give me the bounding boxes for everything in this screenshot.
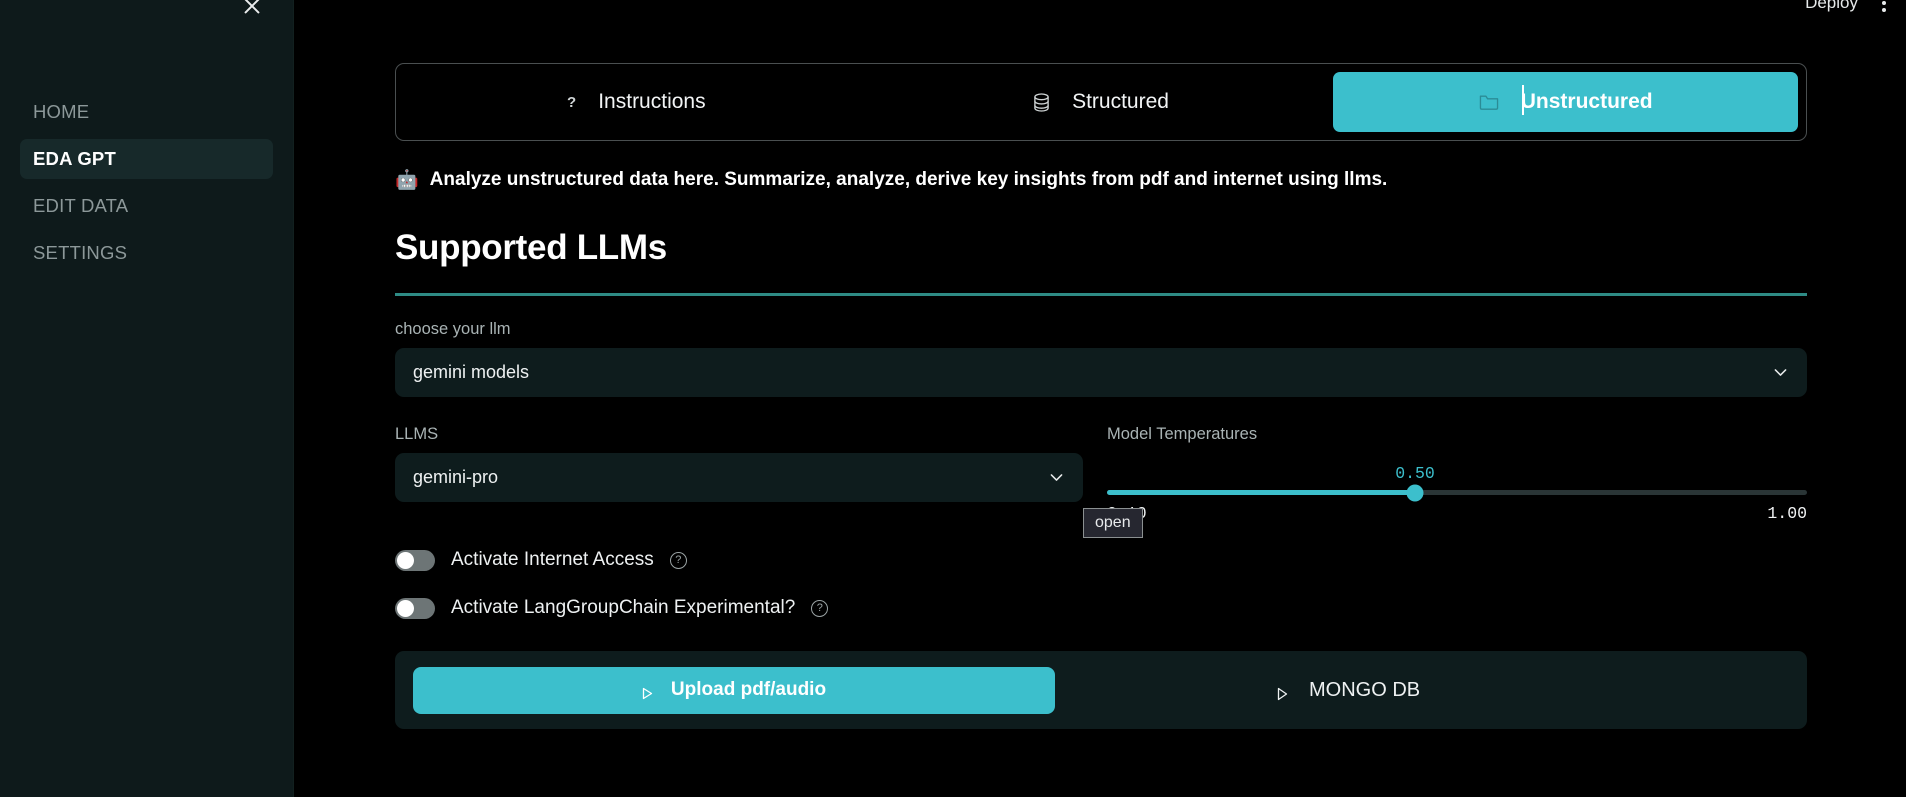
tab-label: Unstructured xyxy=(1520,85,1653,115)
sidebar-item-label: SETTINGS xyxy=(33,242,128,263)
tab-instructions[interactable]: ? Instructions xyxy=(404,72,869,132)
upload-pdf-audio-expander[interactable]: Upload pdf/audio xyxy=(413,666,1055,714)
top-toolbar: Deploy xyxy=(1805,0,1906,26)
section-divider xyxy=(395,293,1807,296)
tab-unstructured[interactable]: Unstructured xyxy=(1333,72,1799,132)
sidebar: HOME EDA GPT EDIT DATA SETTINGS xyxy=(0,0,294,797)
llm-model-select[interactable]: gemini-pro xyxy=(395,453,1083,502)
slider-max-label: 1.00 xyxy=(1767,504,1807,523)
page-content: ? Instructions Structured Unstructured 🤖… xyxy=(395,0,1807,729)
temperature-column: Model Temperatures 0.50 0.10 1.00 xyxy=(1107,407,1807,523)
info-banner-text: Analyze unstructured data here. Summariz… xyxy=(429,169,1388,190)
sidebar-item-settings[interactable]: SETTINGS xyxy=(20,233,273,273)
mongo-db-expander[interactable]: MONGO DB xyxy=(1277,679,1420,702)
tab-structured[interactable]: Structured xyxy=(869,72,1334,132)
sidebar-item-edit-data[interactable]: EDIT DATA xyxy=(20,186,273,226)
triangle-right-icon xyxy=(1277,684,1288,700)
temperature-slider[interactable]: 0.50 0.10 1.00 xyxy=(1107,464,1807,523)
close-icon xyxy=(244,0,260,14)
tooltip-open: open xyxy=(1083,508,1143,538)
tab-label: Instructions xyxy=(598,90,706,113)
triangle-right-icon xyxy=(642,684,653,699)
tab-bar: ? Instructions Structured Unstructured xyxy=(395,63,1807,141)
llm-provider-select[interactable]: gemini models xyxy=(395,348,1807,397)
toggle-knob xyxy=(397,599,414,617)
toggle-row-langgroupchain: Activate LangGroupChain Experimental? ? xyxy=(395,597,1807,619)
kebab-dot xyxy=(1882,8,1886,12)
sidebar-nav: HOME EDA GPT EDIT DATA SETTINGS xyxy=(0,92,293,280)
chevron-down-icon xyxy=(1048,469,1065,486)
internet-access-toggle[interactable] xyxy=(395,549,435,571)
langgroupchain-toggle[interactable] xyxy=(395,597,435,619)
llm-model-value: gemini-pro xyxy=(413,467,499,487)
sidebar-close-button[interactable] xyxy=(235,0,269,23)
app-root: HOME EDA GPT EDIT DATA SETTINGS Deploy ?… xyxy=(0,0,1906,797)
sidebar-item-eda-gpt[interactable]: EDA GPT xyxy=(20,139,273,179)
info-banner: 🤖 Analyze unstructured data here. Summar… xyxy=(395,168,1807,192)
database-icon xyxy=(1033,92,1050,112)
slider-range-labels: 0.10 1.00 xyxy=(1107,504,1807,523)
upload-expander-label: Upload pdf/audio xyxy=(670,679,827,700)
kebab-menu-icon[interactable] xyxy=(1880,0,1888,14)
slider-track[interactable] xyxy=(1107,484,1807,501)
mongo-expander-label: MONGO DB xyxy=(1309,678,1421,701)
robot-icon: 🤖 xyxy=(395,170,419,191)
sidebar-item-label: EDA GPT xyxy=(33,148,116,169)
sidebar-item-label: HOME xyxy=(33,101,90,122)
slider-fill xyxy=(1107,490,1415,495)
llm-model-column: LLMS gemini-pro open xyxy=(395,407,1143,538)
page-title: Supported LLMs xyxy=(395,228,667,267)
slider-thumb[interactable] xyxy=(1406,484,1424,501)
sidebar-item-home[interactable]: HOME xyxy=(20,92,273,132)
model-temperature-label: Model Temperatures xyxy=(1107,425,1258,443)
help-circle-icon[interactable]: ? xyxy=(811,599,829,617)
kebab-dot xyxy=(1882,1,1886,5)
llm-settings-row: LLMS gemini-pro open Model Temperatures xyxy=(395,407,1807,538)
folder-icon xyxy=(1479,93,1499,111)
sidebar-item-label: EDIT DATA xyxy=(33,195,129,216)
internet-access-label: Activate Internet Access xyxy=(451,549,654,570)
expander-panel: Upload pdf/audio MONGO DB xyxy=(395,651,1807,729)
llms-label: LLMS xyxy=(395,425,439,443)
chevron-down-icon xyxy=(1772,364,1789,381)
toggle-knob xyxy=(397,551,414,569)
tab-label: Structured xyxy=(1072,90,1169,113)
help-circle-icon[interactable]: ? xyxy=(669,551,687,569)
toggle-row-internet-access: Activate Internet Access ? xyxy=(395,549,1807,571)
question-mark-icon: ? xyxy=(567,93,577,111)
main-content: Deploy ? Instructions Structured Unstruc… xyxy=(294,0,1906,797)
langgroupchain-label: Activate LangGroupChain Experimental? xyxy=(451,597,796,618)
temperature-value: 0.50 xyxy=(1395,464,1435,483)
deploy-button[interactable]: Deploy xyxy=(1805,0,1858,13)
llm-provider-value: gemini models xyxy=(413,362,530,382)
choose-llm-label: choose your llm xyxy=(395,320,511,338)
